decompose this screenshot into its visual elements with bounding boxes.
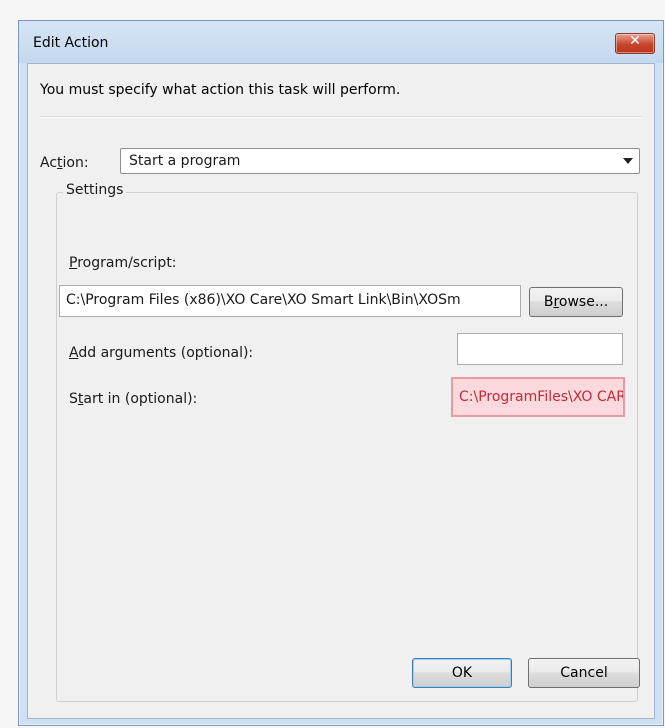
chevron-down-icon xyxy=(623,158,633,164)
start-in-label: Start in (optional): xyxy=(69,391,197,407)
instruction-text: You must specify what action this task w… xyxy=(40,82,401,98)
browse-label-pre: B xyxy=(543,294,554,310)
program-script-value: C:\Program Files (x86)\XO Care\XO Smart … xyxy=(66,292,461,308)
browse-label-post: owse... xyxy=(558,294,609,310)
start-in-value: C:\ProgramFiles\XO CAR xyxy=(459,389,625,405)
program-label-mnemonic: P xyxy=(69,255,78,271)
arguments-label-rest: dd arguments (optional): xyxy=(78,345,254,361)
ok-button[interactable]: OK xyxy=(412,658,512,688)
program-script-input[interactable]: C:\Program Files (x86)\XO Care\XO Smart … xyxy=(59,285,521,317)
title-bar[interactable]: Edit Action ✕ xyxy=(19,21,663,63)
browse-button[interactable]: Browse... xyxy=(529,287,623,317)
arguments-label-mnemonic: A xyxy=(69,345,79,361)
settings-legend: Settings xyxy=(63,182,127,198)
edit-action-dialog: Edit Action ✕ You must specify what acti… xyxy=(18,20,664,726)
close-icon: ✕ xyxy=(629,33,641,49)
arguments-input[interactable] xyxy=(457,333,623,365)
action-label-pre: Ac xyxy=(40,155,58,171)
dialog-body: You must specify what action this task w… xyxy=(27,63,655,719)
action-dropdown[interactable]: Start a program xyxy=(120,148,640,174)
action-label: Action: xyxy=(40,155,89,171)
settings-group: Settings Program/script: C:\Program File… xyxy=(56,182,638,702)
action-dropdown-value: Start a program xyxy=(129,153,241,169)
program-label-rest: rogram/script: xyxy=(77,255,177,271)
start-in-label-pre: S xyxy=(69,391,78,407)
arguments-label: Add arguments (optional): xyxy=(69,345,253,361)
window-title: Edit Action xyxy=(33,35,109,51)
separator xyxy=(40,116,642,118)
program-script-label: Program/script: xyxy=(69,255,177,271)
close-button[interactable]: ✕ xyxy=(615,33,655,54)
cancel-button[interactable]: Cancel xyxy=(528,658,640,688)
start-in-label-post: art in (optional): xyxy=(83,391,198,407)
start-in-input[interactable]: C:\ProgramFiles\XO CAR xyxy=(451,377,625,417)
action-label-post: ion: xyxy=(62,155,89,171)
